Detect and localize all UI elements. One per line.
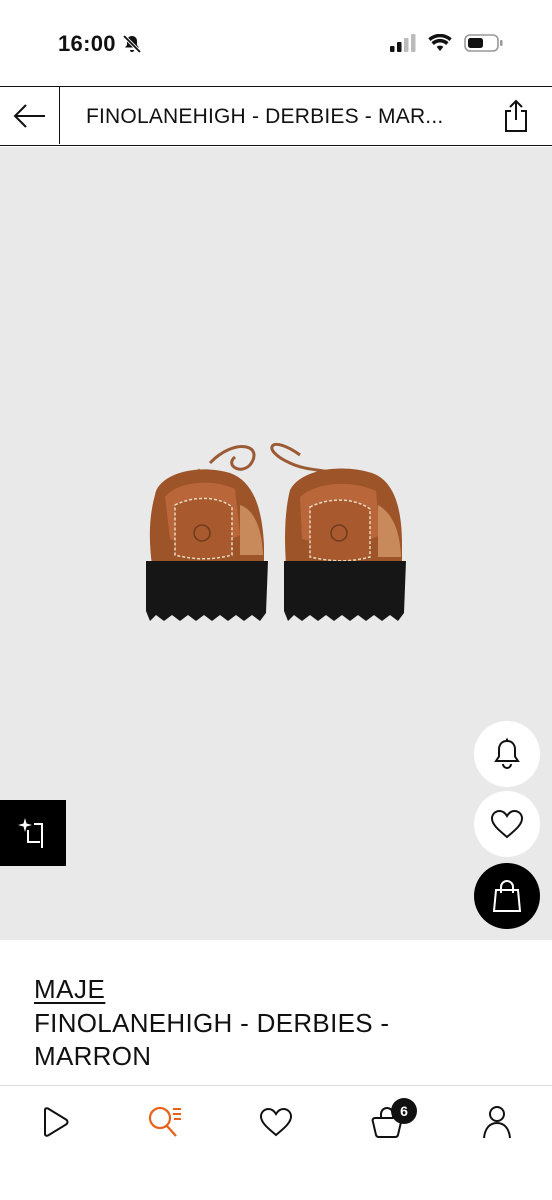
nav-item-account[interactable] xyxy=(472,1102,522,1142)
signal-icon xyxy=(390,34,416,52)
visual-search-button[interactable] xyxy=(0,800,66,866)
shopping-bag-icon xyxy=(492,880,522,912)
nav-item-discover[interactable] xyxy=(30,1102,80,1142)
heart-icon xyxy=(490,809,524,839)
top-app-bar: FINOLANEHIGH - DERBIES - MAR... xyxy=(0,86,552,146)
share-button[interactable] xyxy=(500,97,532,135)
heart-icon xyxy=(259,1107,293,1137)
status-time: 16:00 xyxy=(58,31,142,57)
bell-icon xyxy=(494,738,520,769)
sparkle-crop-icon xyxy=(18,818,43,848)
product-image-gallery[interactable] xyxy=(0,147,552,940)
search-list-icon xyxy=(148,1106,181,1137)
back-button[interactable] xyxy=(0,87,60,144)
product-name: FINOLANEHIGH - DERBIES - MARRON xyxy=(34,1008,390,1071)
time-label: 16:00 xyxy=(58,31,116,56)
brand-link[interactable]: MAJE xyxy=(34,974,105,1005)
user-icon xyxy=(483,1106,511,1139)
share-icon xyxy=(505,99,527,132)
bell-slash-icon xyxy=(122,34,142,54)
battery-icon xyxy=(464,34,503,52)
stock-alert-button[interactable] xyxy=(474,721,540,787)
page-title: FINOLANEHIGH - DERBIES - MAR... xyxy=(86,105,444,128)
status-bar: 16:00 xyxy=(0,0,552,86)
nav-item-search[interactable] xyxy=(140,1102,190,1142)
play-icon xyxy=(44,1107,69,1137)
arrow-left-icon xyxy=(13,103,45,128)
nav-item-favorites[interactable] xyxy=(251,1102,301,1142)
add-to-bag-button[interactable] xyxy=(474,863,540,929)
bottom-navigation: 6 xyxy=(0,1085,552,1200)
nav-item-basket[interactable]: 6 xyxy=(362,1098,417,1142)
status-icons xyxy=(390,33,504,53)
product-photo xyxy=(146,443,406,621)
product-info: MAJE FINOLANEHIGH - DERBIES - MARRON xyxy=(34,974,514,1073)
wifi-icon xyxy=(428,34,452,51)
basket-count-badge: 6 xyxy=(391,1098,417,1124)
favorite-button[interactable] xyxy=(474,791,540,857)
